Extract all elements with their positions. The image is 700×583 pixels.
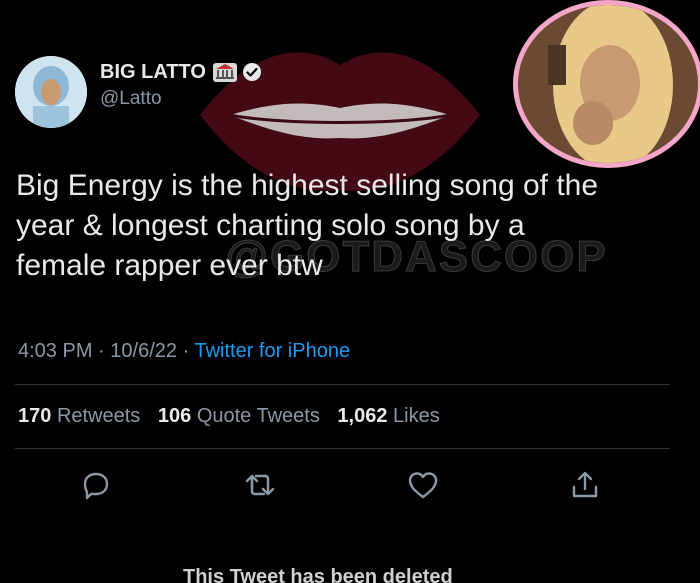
handle[interactable]: @Latto: [100, 88, 262, 110]
display-name[interactable]: BIG LATTO: [100, 61, 206, 84]
tweet-text: Big Energy is the highest selling song o…: [16, 166, 676, 286]
retweets-stat[interactable]: 170 Retweets: [18, 405, 140, 427]
likes-stat[interactable]: 1,062 Likes: [337, 405, 439, 427]
separator: ·: [182, 340, 190, 362]
quote-tweets-stat[interactable]: 106 Quote Tweets: [158, 405, 320, 427]
tweet-line: female rapper ever btw: [16, 249, 323, 282]
deleted-notice: This Tweet has been deleted: [183, 566, 453, 583]
reply-icon[interactable]: [78, 467, 114, 503]
inset-photo: [513, 0, 700, 168]
divider: [15, 384, 670, 385]
tweet-date[interactable]: 10/6/22: [110, 340, 177, 362]
tweet-line: year & longest charting solo song by a: [16, 209, 525, 242]
retweet-icon[interactable]: [242, 467, 278, 503]
like-icon[interactable]: [405, 467, 441, 503]
separator: ·: [98, 340, 105, 362]
tweet-time[interactable]: 4:03 PM: [18, 340, 92, 362]
share-icon[interactable]: [567, 467, 603, 503]
tweet-header: BIG LATTO @Latto: [15, 56, 262, 128]
tweet-source-link[interactable]: Twitter for iPhone: [194, 340, 350, 362]
avatar[interactable]: [15, 56, 87, 128]
verified-check-icon: [242, 63, 261, 81]
tweet-stats: 170 Retweets 106 Quote Tweets 1,062 Like…: [18, 405, 440, 428]
divider: [15, 448, 670, 449]
tweet-meta: 4:03 PM · 10/6/22 · Twitter for iPhone: [18, 340, 350, 363]
bank-emoji-icon: [212, 63, 237, 82]
tweet-line: Big Energy is the highest selling song o…: [16, 169, 599, 202]
action-bar: [0, 467, 700, 507]
